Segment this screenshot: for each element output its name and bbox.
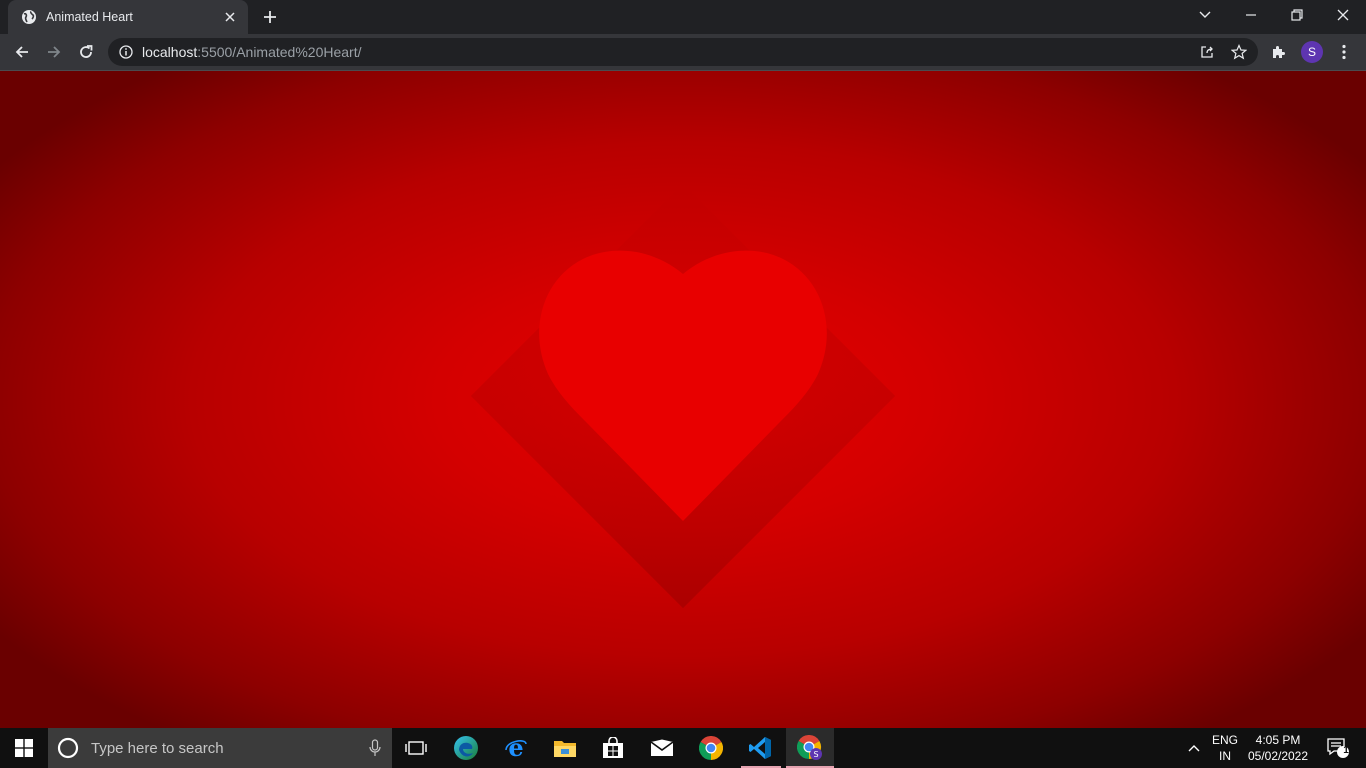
new-tab-button[interactable]	[258, 5, 282, 29]
restore-button[interactable]	[1274, 0, 1320, 30]
site-info-icon[interactable]	[119, 45, 133, 59]
page-viewport	[0, 71, 1366, 728]
tab-search-icon[interactable]	[1182, 0, 1228, 30]
svg-text:S: S	[813, 750, 818, 759]
heart-shape	[539, 250, 827, 521]
start-button[interactable]	[0, 728, 48, 768]
url-text: localhost:5500/Animated%20Heart/	[142, 44, 361, 60]
mail-icon[interactable]	[638, 728, 686, 768]
browser-toolbar: localhost:5500/Animated%20Heart/ S	[0, 34, 1366, 70]
forward-button[interactable]	[40, 38, 68, 66]
bookmark-star-icon[interactable]	[1231, 44, 1247, 60]
minimize-button[interactable]	[1228, 0, 1274, 30]
share-icon[interactable]	[1199, 44, 1215, 60]
back-button[interactable]	[8, 38, 36, 66]
notification-count: 1	[1343, 745, 1349, 756]
notification-center-icon[interactable]: 1	[1318, 728, 1358, 768]
internet-explorer-icon[interactable]: e	[492, 728, 540, 768]
windows-taskbar: Type here to search e S ENG IN 4:05 PM 0…	[0, 728, 1366, 768]
globe-icon	[21, 9, 37, 25]
menu-kebab-icon[interactable]	[1330, 38, 1358, 66]
chrome-profile-icon[interactable]: S	[786, 728, 834, 768]
language-indicator[interactable]: ENG IN	[1206, 728, 1244, 768]
tab-strip: Animated Heart	[0, 0, 1366, 34]
microsoft-store-icon[interactable]	[589, 728, 637, 768]
show-hidden-icons-chevron-icon[interactable]	[1182, 728, 1206, 768]
windows-logo-icon	[15, 739, 33, 757]
chrome-icon[interactable]	[687, 728, 735, 768]
taskbar-search[interactable]: Type here to search	[48, 728, 392, 768]
address-bar[interactable]: localhost:5500/Animated%20Heart/	[108, 38, 1258, 66]
language-region: IN	[1218, 749, 1231, 763]
tab-title: Animated Heart	[46, 10, 133, 24]
reload-button[interactable]	[72, 38, 100, 66]
profile-avatar[interactable]: S	[1301, 41, 1323, 63]
extensions-icon[interactable]	[1265, 38, 1293, 66]
close-tab-icon[interactable]	[222, 9, 238, 25]
cortana-icon	[57, 737, 79, 759]
clock-time: 4:05 PM	[1255, 733, 1301, 747]
clock-date: 05/02/2022	[1247, 749, 1309, 763]
clock[interactable]: 4:05 PM 05/02/2022	[1244, 728, 1312, 768]
url-host: localhost	[142, 44, 198, 60]
microphone-icon[interactable]	[358, 739, 392, 757]
task-view-icon[interactable]	[392, 728, 440, 768]
vscode-icon[interactable]	[736, 728, 784, 768]
url-path: :5500/Animated%20Heart/	[197, 44, 362, 60]
close-window-button[interactable]	[1320, 0, 1366, 30]
svg-text:e: e	[508, 736, 523, 760]
search-placeholder: Type here to search	[91, 739, 224, 757]
file-explorer-icon[interactable]	[541, 728, 589, 768]
language-code: ENG	[1211, 733, 1238, 747]
browser-tab[interactable]: Animated Heart	[8, 0, 248, 34]
edge-icon[interactable]	[442, 728, 490, 768]
